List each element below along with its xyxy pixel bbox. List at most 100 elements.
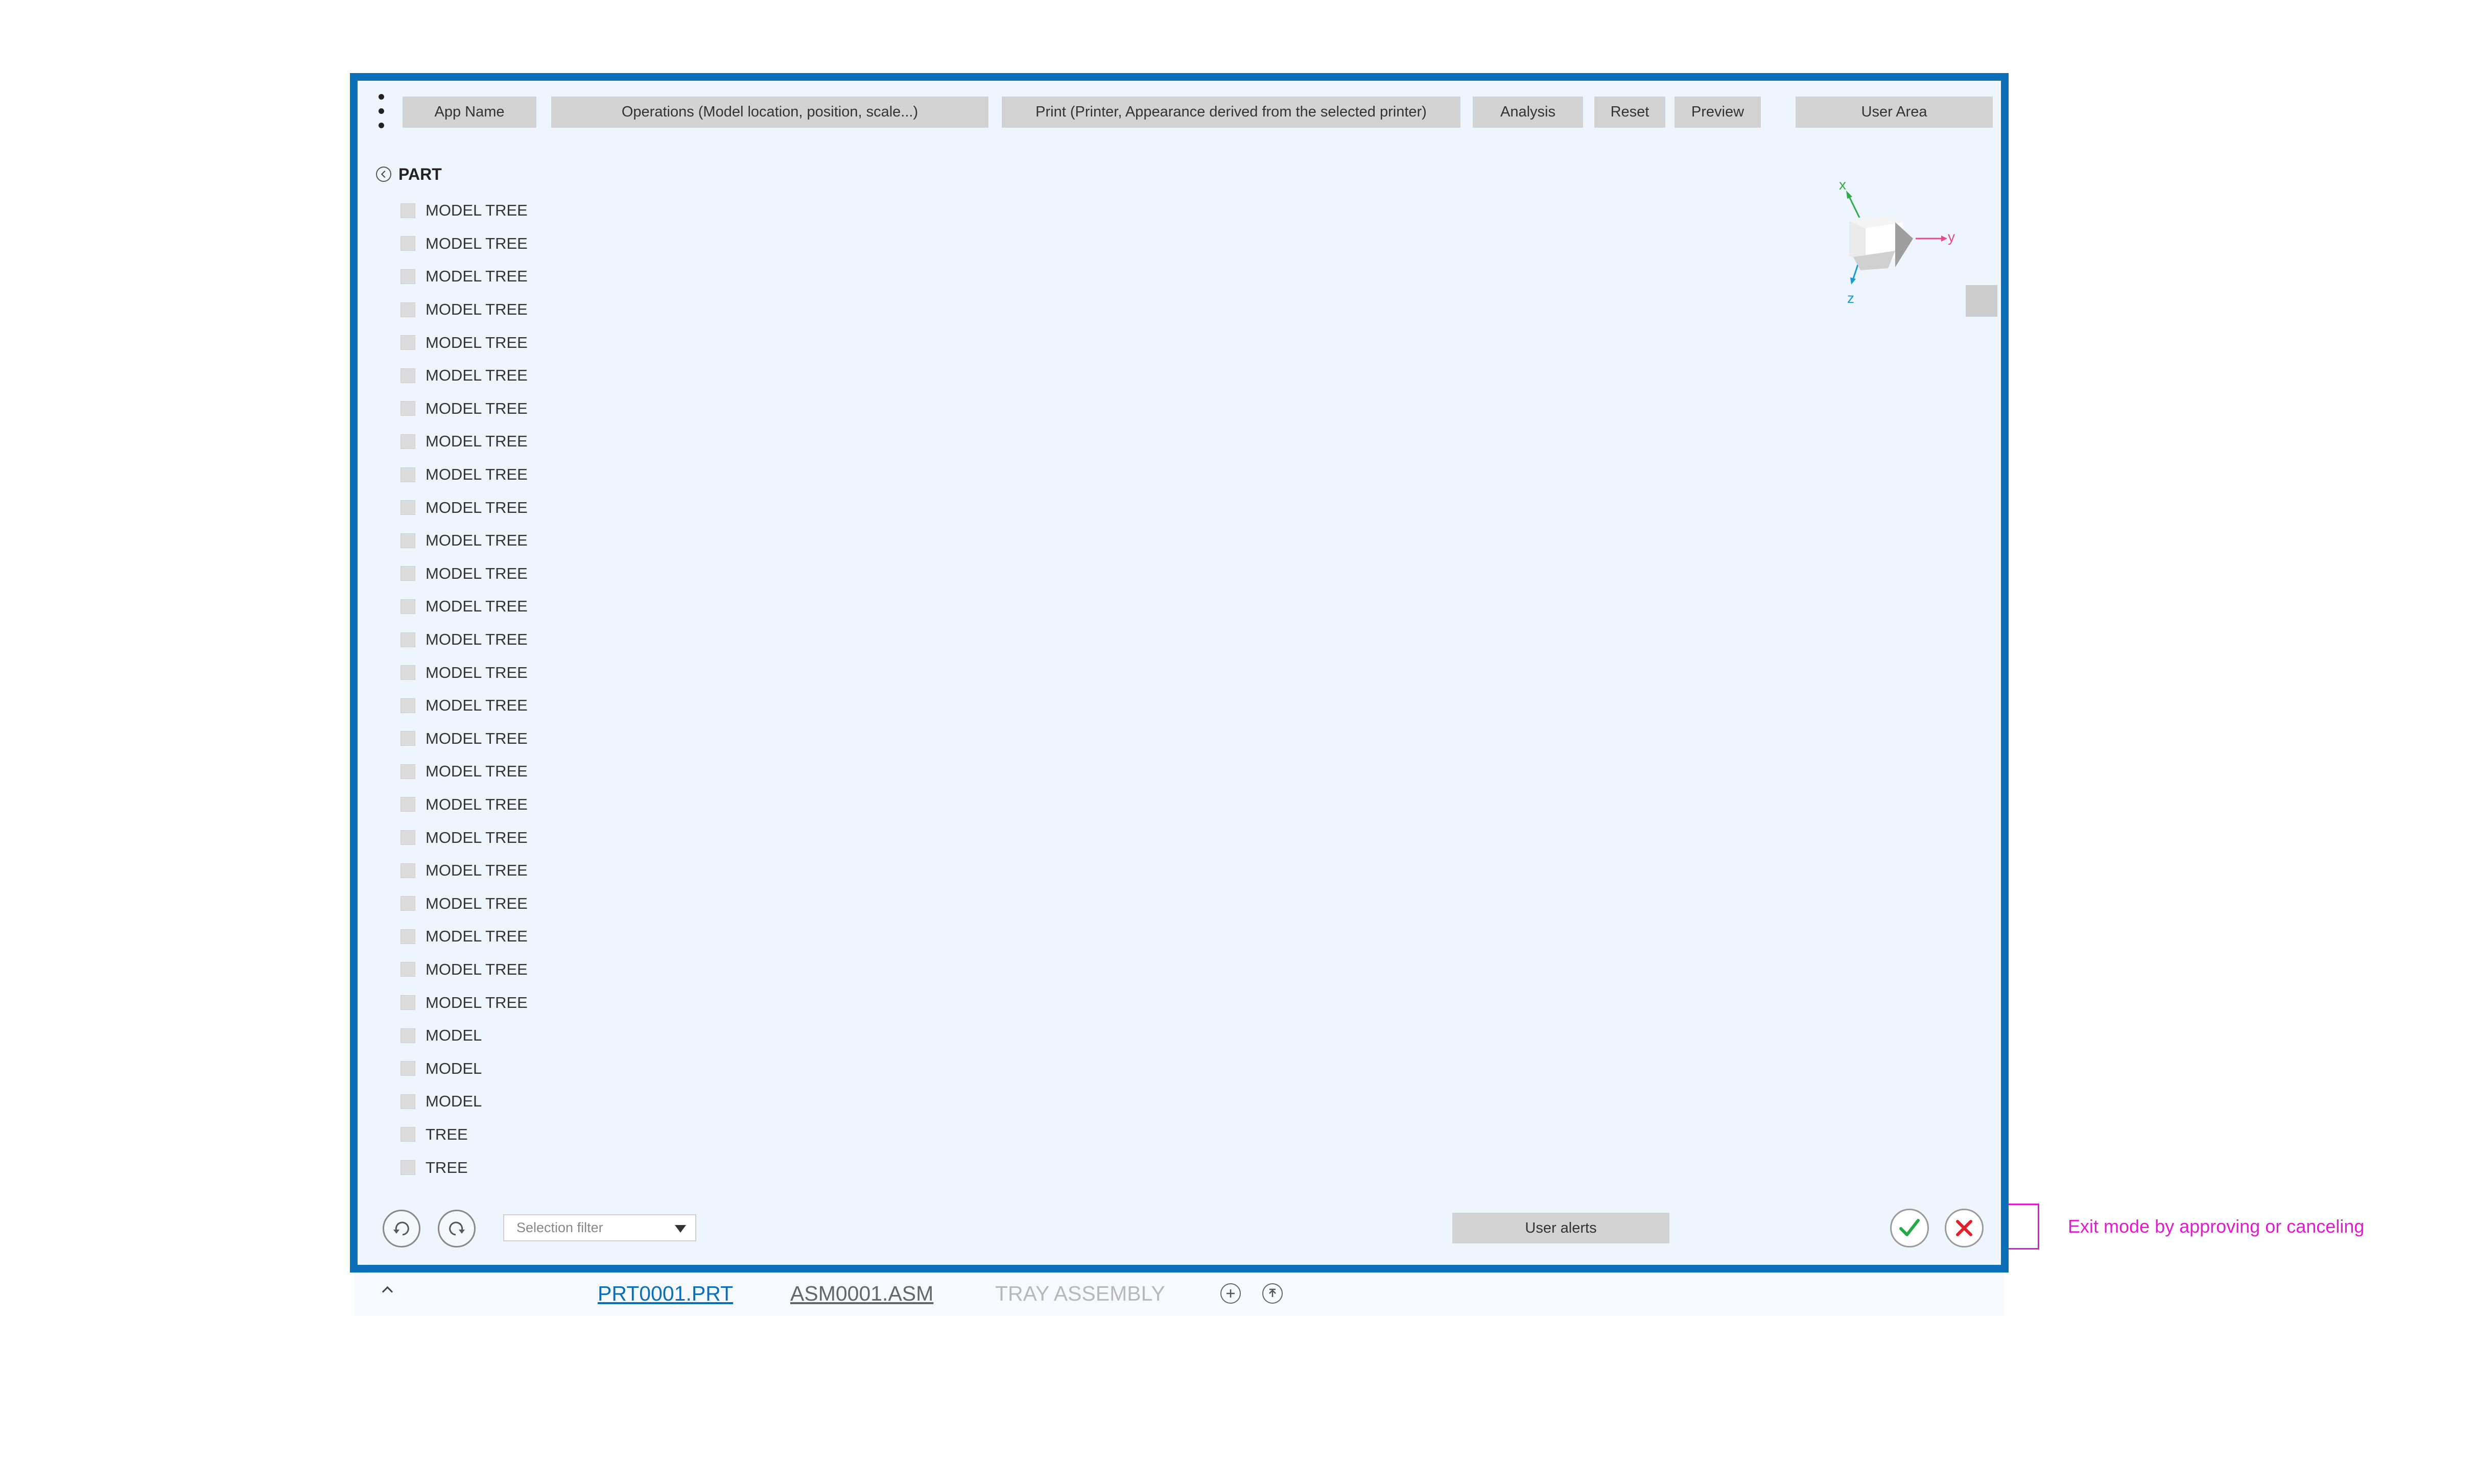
tree-item[interactable]: MODEL TREE (400, 392, 528, 426)
tree-item[interactable]: MODEL TREE (400, 227, 528, 261)
cancel-button[interactable] (1945, 1209, 1984, 1247)
tree-item-label: MODEL (426, 1059, 482, 1077)
analysis-button[interactable]: Analysis (1473, 97, 1583, 128)
tree-item-checkbox[interactable] (400, 500, 415, 515)
tree-item-checkbox[interactable] (400, 1028, 415, 1043)
main-window: App Name Operations (Model location, pos… (350, 73, 2009, 1273)
tree-item[interactable]: TREE (400, 1118, 528, 1151)
undo-button[interactable] (383, 1210, 420, 1247)
axis-z-label: z (1847, 290, 1854, 306)
tree-item[interactable]: MODEL TREE (400, 458, 528, 491)
tree-item-checkbox[interactable] (400, 1160, 415, 1175)
tree-item[interactable]: MODEL TREE (400, 359, 528, 392)
tree-item-checkbox[interactable] (400, 1061, 415, 1076)
tree-item-checkbox[interactable] (400, 896, 415, 911)
tree-item-checkbox[interactable] (400, 599, 415, 614)
tree-item-checkbox[interactable] (400, 335, 415, 350)
tree-item[interactable]: MODEL (400, 1085, 528, 1118)
tree-item[interactable]: MODEL TREE (400, 722, 528, 756)
tree-item-checkbox[interactable] (400, 863, 415, 878)
tree-item-checkbox[interactable] (400, 533, 415, 548)
tree-item[interactable]: MODEL TREE (400, 293, 528, 326)
tree-item[interactable]: MODEL TREE (400, 920, 528, 953)
tree-item-checkbox[interactable] (400, 269, 415, 284)
tree-item[interactable]: TREE (400, 1151, 528, 1184)
doc-tab-asm0001[interactable]: ASM0001.ASM (790, 1282, 933, 1306)
approve-button[interactable] (1890, 1209, 1929, 1247)
tree-item[interactable]: MODEL TREE (400, 788, 528, 821)
tree-item-checkbox[interactable] (400, 797, 415, 812)
tree-item-label: MODEL (426, 1026, 482, 1045)
document-tabs-strip: PRT0001.PRT ASM0001.ASM TRAY ASSEMBLY (355, 1273, 2003, 1316)
tree-item[interactable]: MODEL TREE (400, 986, 528, 1019)
tree-item-checkbox[interactable] (400, 203, 415, 218)
view-orientation-triad[interactable]: x z (1829, 165, 1951, 331)
tree-item[interactable]: MODEL TREE (400, 425, 528, 458)
upload-button[interactable] (1262, 1283, 1283, 1304)
chevron-left-circle-icon[interactable] (376, 167, 391, 182)
tree-item-checkbox[interactable] (400, 962, 415, 977)
tree-item-label: MODEL (426, 1092, 482, 1111)
tree-item-checkbox[interactable] (400, 236, 415, 251)
tree-item-label: MODEL TREE (426, 729, 528, 747)
tree-item-checkbox[interactable] (400, 368, 415, 383)
add-tab-button[interactable] (1220, 1283, 1241, 1304)
tree-item-checkbox[interactable] (400, 1127, 415, 1142)
tree-item-checkbox[interactable] (400, 830, 415, 845)
tree-item-checkbox[interactable] (400, 467, 415, 482)
doc-tab-tray-assembly[interactable]: TRAY ASSEMBLY (995, 1282, 1165, 1306)
tree-item-checkbox[interactable] (400, 1094, 415, 1109)
tree-item[interactable]: MODEL TREE (400, 755, 528, 788)
checkmark-icon (1899, 1219, 1920, 1236)
tree-item[interactable]: MODEL (400, 1019, 528, 1052)
doc-tab-prt0001[interactable]: PRT0001.PRT (598, 1282, 733, 1306)
tree-item-checkbox[interactable] (400, 731, 415, 746)
tree-item-checkbox[interactable] (400, 929, 415, 944)
axis-y-label: y (1948, 229, 1955, 245)
tree-item[interactable]: MODEL TREE (400, 887, 528, 920)
tree-item-checkbox[interactable] (400, 665, 415, 680)
tree-item-label: MODEL TREE (426, 432, 528, 451)
tree-item[interactable]: MODEL TREE (400, 590, 528, 623)
tree-item-checkbox[interactable] (400, 401, 415, 416)
tree-item-checkbox[interactable] (400, 566, 415, 581)
operations-button[interactable]: Operations (Model location, position, sc… (551, 97, 988, 128)
tree-item[interactable]: MODEL TREE (400, 326, 528, 359)
tree-item[interactable]: MODEL TREE (400, 557, 528, 591)
print-button[interactable]: Print (Printer, Appearance derived from … (1002, 97, 1460, 128)
tree-item-checkbox[interactable] (400, 764, 415, 779)
tree-item[interactable]: MODEL TREE (400, 656, 528, 689)
tree-item[interactable]: MODEL TREE (400, 623, 528, 656)
tree-item-checkbox[interactable] (400, 302, 415, 317)
tree-item-checkbox[interactable] (400, 632, 415, 647)
tree-item[interactable]: MODEL TREE (400, 524, 528, 557)
tree-item-checkbox[interactable] (400, 434, 415, 449)
kebab-menu-icon[interactable] (376, 91, 386, 132)
view-toggle-square[interactable] (1966, 285, 1997, 317)
reset-button[interactable]: Reset (1594, 97, 1665, 128)
tree-item-checkbox[interactable] (400, 995, 415, 1010)
user-alerts-button[interactable]: User alerts (1452, 1213, 1669, 1243)
tree-item[interactable]: MODEL TREE (400, 491, 528, 524)
tree-item-label: MODEL TREE (426, 696, 528, 715)
user-area-button[interactable]: User Area (1796, 97, 1993, 128)
tree-item[interactable]: MODEL (400, 1052, 528, 1085)
app-name-button[interactable]: App Name (403, 97, 536, 128)
tree-item[interactable]: MODEL TREE (400, 821, 528, 854)
tree-item[interactable]: MODEL TREE (400, 854, 528, 887)
tree-item[interactable]: MODEL TREE (400, 953, 528, 986)
selection-filter-dropdown[interactable]: Selection filter (503, 1214, 696, 1241)
tree-item-label: MODEL TREE (426, 498, 528, 516)
tree-item[interactable]: MODEL TREE (400, 260, 528, 293)
tree-item[interactable]: MODEL TREE (400, 689, 528, 722)
tree-item-label: MODEL TREE (426, 960, 528, 978)
chevron-down-icon (675, 1225, 686, 1233)
redo-button[interactable] (438, 1210, 476, 1247)
preview-button[interactable]: Preview (1675, 97, 1761, 128)
tree-item[interactable]: MODEL TREE (400, 194, 528, 227)
selection-filter-placeholder: Selection filter (516, 1220, 603, 1235)
tree-item-label: MODEL TREE (426, 234, 528, 252)
tree-item-checkbox[interactable] (400, 698, 415, 713)
tree-item-label: MODEL TREE (426, 597, 528, 616)
chevron-up-icon[interactable] (382, 1286, 393, 1298)
